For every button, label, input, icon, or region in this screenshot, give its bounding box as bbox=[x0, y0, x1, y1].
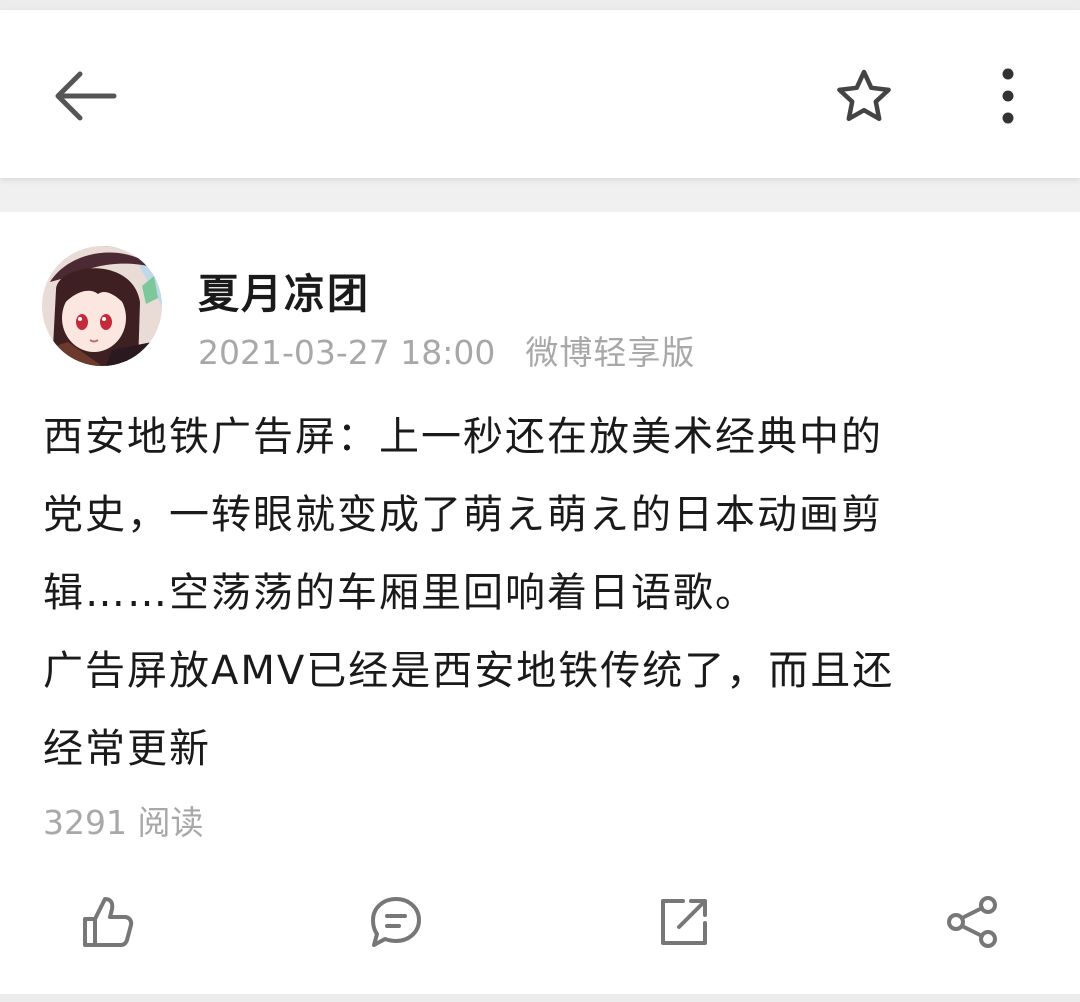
repost-edit-icon bbox=[661, 899, 707, 945]
post-body-line: 党史，一转眼就变成了萌え萌え的日本动画剪 bbox=[43, 492, 883, 538]
post-source: 微博轻享版 bbox=[525, 333, 696, 372]
top-nav-bar bbox=[0, 10, 1080, 178]
post-body-line: 西安地铁广告屏：上一秒还在放美术经典中的 bbox=[43, 414, 883, 460]
status-strip bbox=[0, 0, 1080, 10]
arrow-left-icon bbox=[55, 71, 117, 121]
bottom-divider bbox=[0, 994, 1080, 1002]
comment-bubble-icon bbox=[371, 897, 421, 947]
post-body-line: 辑……空荡荡的车厢里回响着日语歌。 bbox=[43, 570, 757, 616]
more-options-button[interactable] bbox=[966, 54, 1050, 138]
repost-button[interactable] bbox=[644, 882, 724, 962]
avatar[interactable] bbox=[42, 246, 162, 366]
read-count: 3291 阅读 bbox=[43, 803, 204, 842]
favorite-button[interactable] bbox=[822, 54, 906, 138]
post-body: 西安地铁广告屏：上一秒还在放美术经典中的 党史，一转眼就变成了萌え萌え的日本动画… bbox=[43, 398, 1043, 788]
post-body-line: 广告屏放AMV已经是西安地铁传统了，而且还 bbox=[43, 648, 895, 694]
post-meta: 2021-03-27 18:00 微博轻享版 bbox=[198, 326, 695, 374]
like-button[interactable] bbox=[68, 882, 148, 962]
star-outline-icon bbox=[837, 69, 891, 122]
comment-button[interactable] bbox=[356, 882, 436, 962]
thumbs-up-icon bbox=[83, 897, 134, 947]
post-card: 夏月凉团 2021-03-27 18:00 微博轻享版 西安地铁广告屏：上一秒还在… bbox=[0, 212, 1080, 994]
share-button[interactable] bbox=[932, 882, 1012, 962]
share-icon bbox=[947, 896, 997, 948]
post-body-line: 经常更新 bbox=[43, 726, 211, 772]
more-vertical-icon bbox=[1002, 68, 1014, 124]
back-button[interactable] bbox=[40, 54, 130, 138]
avatar-anime-girl-image bbox=[42, 246, 162, 366]
post-timestamp: 2021-03-27 18:00 bbox=[198, 333, 496, 372]
author-name[interactable]: 夏月凉团 bbox=[198, 260, 370, 320]
